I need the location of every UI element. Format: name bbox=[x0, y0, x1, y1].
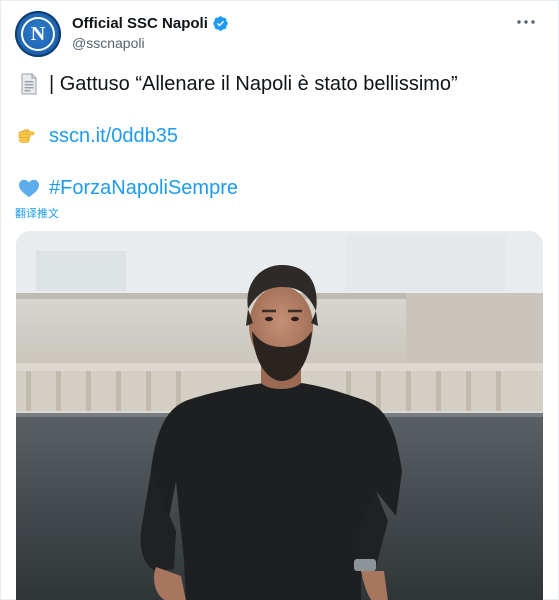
pointing-right-hand-icon bbox=[18, 129, 35, 143]
tweet-header: N Official SSC Napoli @sscnapoli bbox=[15, 11, 544, 57]
more-options-icon[interactable] bbox=[514, 15, 538, 29]
blue-heart-icon bbox=[19, 179, 39, 198]
display-name[interactable]: Official SSC Napoli bbox=[72, 15, 208, 32]
logo-letter: N bbox=[30, 23, 46, 45]
verified-badge-icon bbox=[213, 15, 228, 31]
tweet-card[interactable]: N Official SSC Napoli @sscnapoli | Gattu… bbox=[0, 0, 559, 600]
page-facing-up-icon bbox=[21, 73, 37, 95]
avatar[interactable]: N bbox=[15, 11, 61, 57]
photo-image bbox=[16, 231, 543, 600]
short-link[interactable]: sscn.it/0ddb35 bbox=[49, 123, 178, 149]
handle[interactable]: @sscnapoli bbox=[72, 35, 229, 51]
hashtag-line: #ForzaNapoliSempre bbox=[17, 175, 238, 201]
author-names: Official SSC Napoli @sscnapoli bbox=[72, 13, 229, 51]
translate-tweet-link[interactable]: 翻译推文 bbox=[15, 205, 59, 221]
display-name-row: Official SSC Napoli bbox=[72, 13, 229, 33]
hashtag-link[interactable]: #ForzaNapoliSempre bbox=[49, 175, 238, 201]
tweet-photo[interactable] bbox=[16, 231, 543, 600]
headline-text: | Gattuso “Allenare il Napoli è stato be… bbox=[49, 73, 458, 95]
link-line: sscn.it/0ddb35 bbox=[17, 123, 178, 149]
headline-line: | Gattuso “Allenare il Napoli è stato be… bbox=[17, 71, 458, 97]
